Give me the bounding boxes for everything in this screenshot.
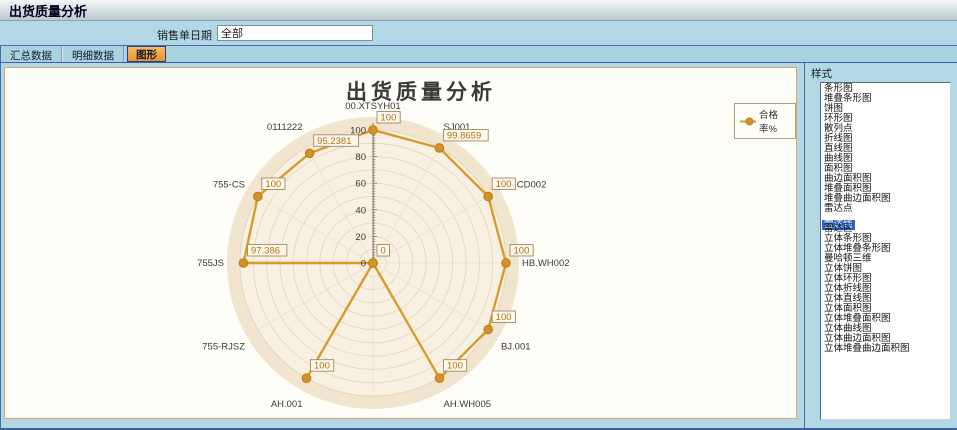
tab-graphics[interactable]: 图形	[127, 46, 166, 62]
category-label: 755JS	[197, 258, 224, 269]
value-label: 100	[447, 361, 463, 372]
category-label: 0111222	[267, 122, 303, 133]
category-label: HB.WH002	[522, 258, 570, 269]
content-area: 02040608010000.XTSYH01SJ001SC.CD002HB.WH…	[0, 63, 957, 430]
filter-row: 销售单日期	[0, 21, 957, 45]
data-point	[305, 149, 314, 158]
value-label: 95.2381	[317, 136, 351, 147]
style-option[interactable]: 雷达点	[822, 204, 950, 214]
axis-tick-label: 80	[355, 152, 366, 163]
data-point	[435, 374, 444, 383]
category-label: AH.001	[271, 399, 303, 410]
axis-tick-label: 40	[355, 205, 366, 216]
legend-line-marker-icon	[739, 117, 756, 126]
data-point	[254, 192, 263, 201]
tab-detail-data[interactable]: 明细数据	[62, 46, 124, 62]
value-label: 0	[381, 246, 386, 257]
data-point	[435, 144, 444, 153]
radar-chart: 02040608010000.XTSYH01SJ001SC.CD002HB.WH…	[5, 68, 796, 418]
data-point	[484, 192, 493, 201]
title-bar: 出货质量分析	[0, 0, 957, 21]
axis-tick-label: 0	[361, 259, 366, 270]
data-point	[484, 325, 493, 334]
tab-summary-data[interactable]: 汇总数据	[0, 46, 62, 62]
category-label: AH.WH005	[444, 399, 492, 410]
sales-date-input[interactable]	[217, 25, 373, 41]
value-label: 100	[496, 179, 512, 190]
value-label: 100	[381, 113, 397, 124]
value-label: 97.386	[251, 246, 280, 257]
value-label: 100	[314, 361, 330, 372]
app-window: 出货质量分析 销售单日期 汇总数据 明细数据 图形 0 20 40 60 80 100 0 0…	[0, 0, 957, 430]
category-label: 755-CS	[213, 180, 245, 191]
category-label: 755-RJSZ	[202, 342, 245, 353]
style-panel: 样式 条形图堆叠条形图饼图环形图散列点折线图直线图曲线图面积图曲边面积图堆叠面积…	[804, 63, 957, 428]
chart-legend: 合格率%	[734, 103, 796, 139]
sales-date-label: 销售单日期	[120, 27, 212, 43]
chart-title: 出货质量分析	[346, 76, 496, 106]
data-point	[502, 259, 511, 268]
style-panel-title: 样式	[811, 66, 832, 81]
axis-tick-label: 60	[355, 179, 366, 190]
data-point	[302, 374, 311, 383]
value-label: 100	[265, 179, 281, 190]
value-label: 100	[514, 246, 530, 257]
tab-bar: 汇总数据 明细数据 图形	[0, 45, 957, 63]
value-label: 99.8659	[447, 130, 481, 141]
chart-panel: 02040608010000.XTSYH01SJ001SC.CD002HB.WH…	[4, 67, 797, 419]
style-option[interactable]: 立体堆叠曲边面积图	[822, 344, 950, 354]
value-label: 100	[496, 312, 512, 323]
data-point	[369, 126, 378, 135]
data-point	[239, 259, 248, 268]
style-listbox[interactable]: 条形图堆叠条形图饼图环形图散列点折线图直线图曲线图面积图曲边面积图堆叠面积图堆叠…	[820, 82, 951, 420]
category-label: BJ.001	[501, 342, 531, 353]
legend-series-label: 合格率%	[759, 107, 789, 135]
axis-tick-label: 20	[355, 232, 366, 243]
window-title: 出货质量分析	[9, 1, 87, 20]
data-point	[369, 259, 378, 268]
